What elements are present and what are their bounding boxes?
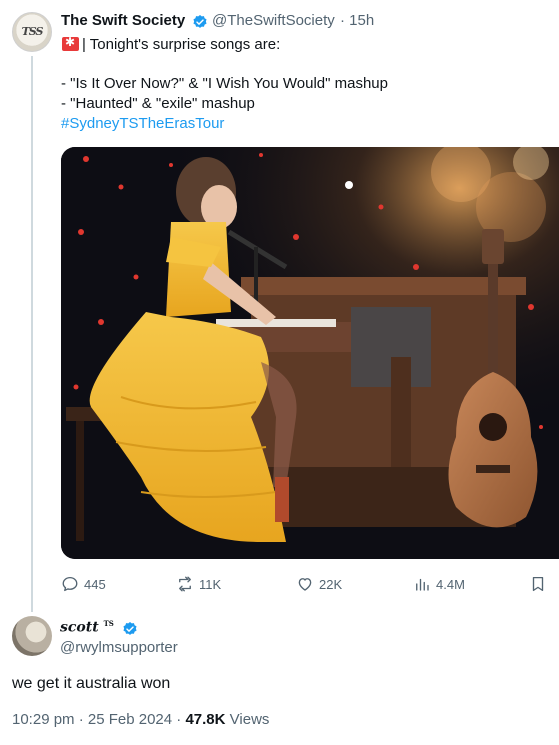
hashtag-link[interactable]: #SydneyTSTheErasTour — [61, 114, 224, 134]
retweet-count: 11K — [199, 576, 222, 592]
concert-photo — [61, 147, 559, 559]
retweet-icon — [179, 576, 191, 592]
like-count: 22K — [319, 576, 343, 592]
reply-verified-badge-icon — [123, 622, 137, 635]
siren-icon — [62, 35, 79, 51]
analytics-icon — [416, 578, 429, 591]
author-name[interactable]: The Swift Society — [61, 12, 185, 29]
reply-views-label: Views — [229, 711, 270, 728]
reply-text: we get it australia won — [12, 675, 171, 692]
tweet-image[interactable] — [61, 147, 559, 559]
tweet-line-2: - "Is It Over Now?" & "I Wish You Would"… — [61, 75, 388, 92]
retweet-action[interactable]: 11K — [176, 574, 221, 594]
views-action[interactable]: 4.4M — [413, 574, 465, 594]
views-count: 4.4M — [436, 576, 465, 592]
heart-icon — [298, 578, 312, 591]
thread-line — [31, 56, 33, 612]
reply-author-name[interactable]: scott TS — [60, 619, 114, 636]
reply-timestamp[interactable]: 10:29 pm · 25 Feb 2024 · — [12, 711, 181, 728]
author-avatar[interactable]: TSS — [12, 12, 52, 52]
reply-avatar[interactable] — [12, 616, 52, 656]
author-handle[interactable]: @TheSwiftSociety — [212, 12, 335, 29]
avatar-text: TSS — [21, 25, 44, 38]
tweet-line-1: | Tonight's surprise songs are: — [82, 36, 281, 53]
tweet-time[interactable]: · 15h — [340, 12, 374, 29]
reply-author-handle[interactable]: @rwylmsupporter — [60, 639, 178, 656]
bookmark-action[interactable] — [529, 574, 552, 594]
like-action[interactable]: 22K — [296, 574, 342, 594]
reply-views-count: 47.8K — [185, 711, 226, 728]
reply-icon — [62, 576, 78, 592]
reply-action[interactable]: 445 — [61, 574, 106, 594]
verified-badge-icon — [193, 15, 207, 28]
reply-meta: 10:29 pm · 25 Feb 2024 · 47.8K Views — [12, 711, 269, 728]
reply-author-name-text: scott — [60, 619, 99, 636]
tweet-line-3: - "Haunted" & "exile" mashup — [61, 95, 255, 112]
reply-author-sup: TS — [103, 619, 114, 628]
reply-count: 445 — [84, 576, 106, 592]
bookmark-icon — [532, 576, 544, 592]
